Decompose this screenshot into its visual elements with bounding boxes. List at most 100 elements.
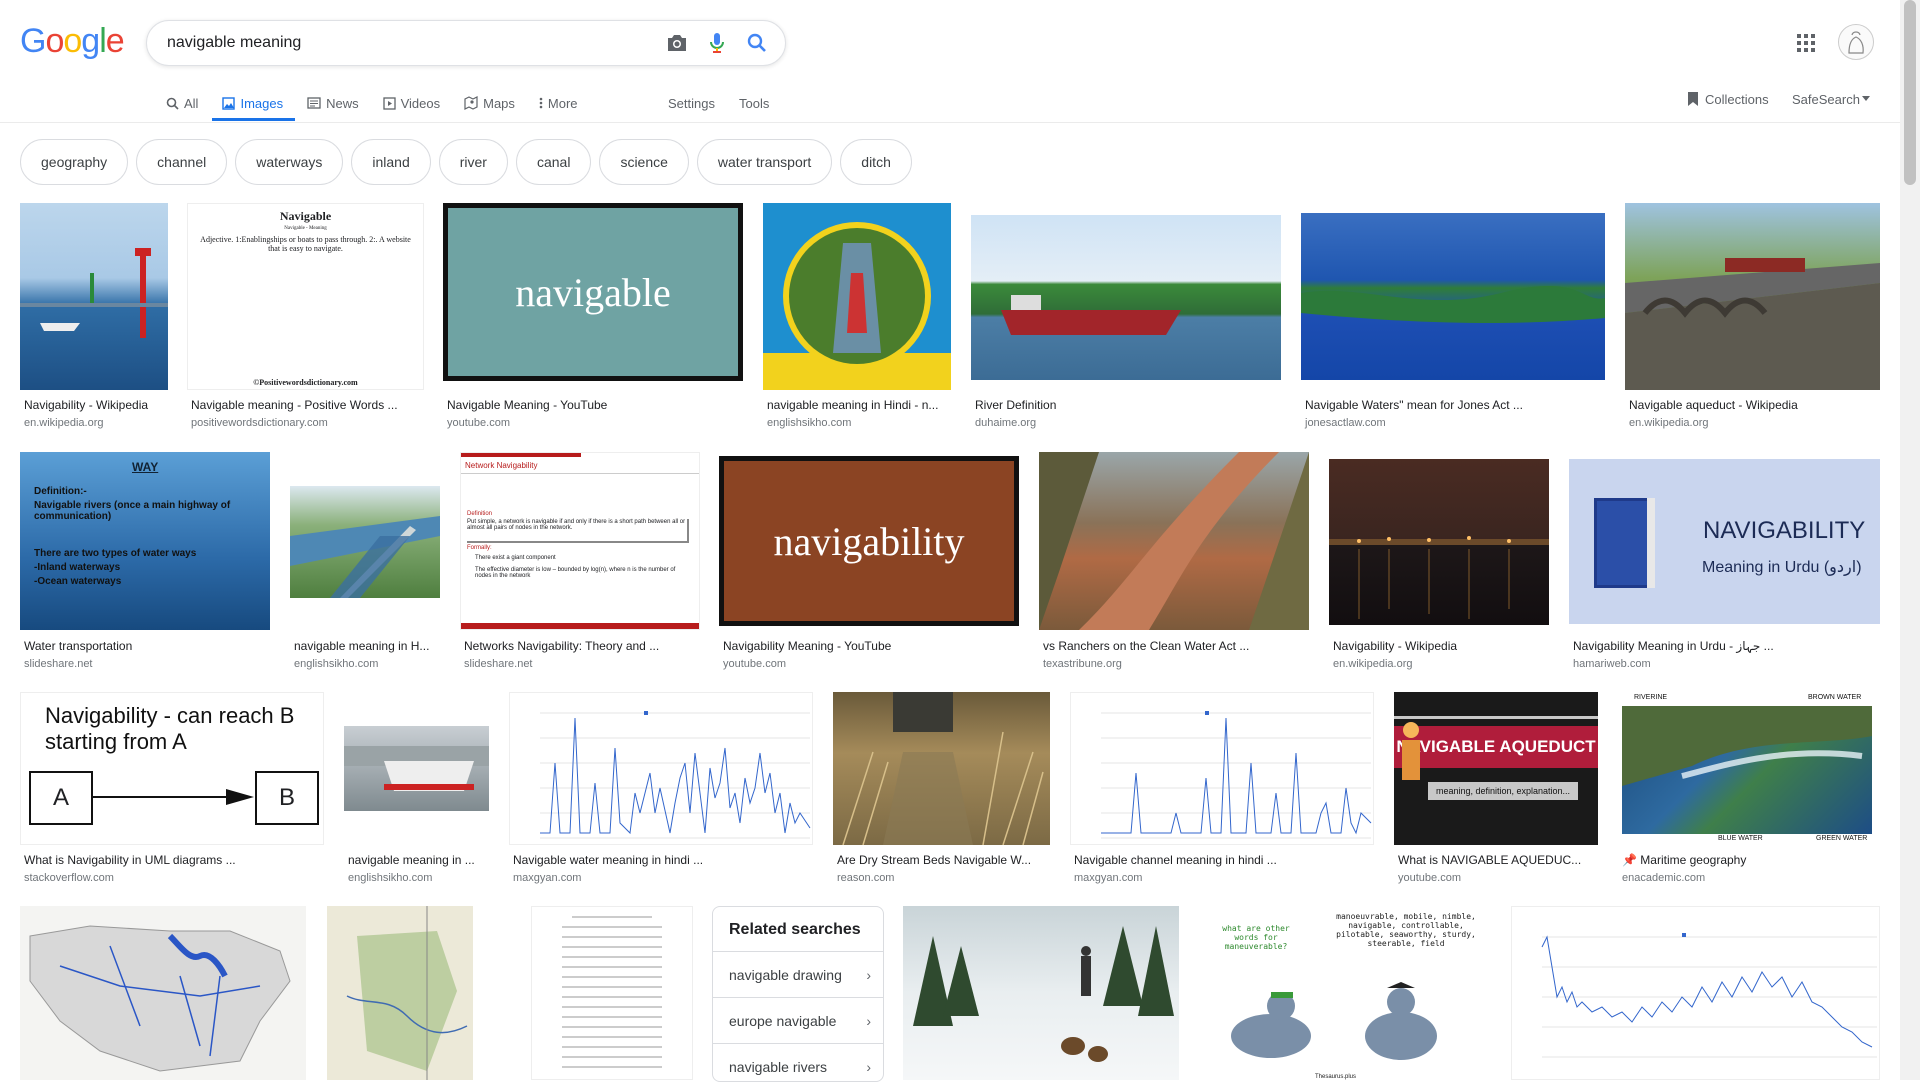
tab-label: Images xyxy=(240,95,284,111)
related-search-item[interactable]: europe navigable › xyxy=(713,997,883,1043)
search-input[interactable] xyxy=(167,32,647,54)
thumb-text: Network Navigability xyxy=(465,461,538,470)
thumb-text: There are two types of water ways xyxy=(34,548,197,559)
thumb-text: navigable xyxy=(515,269,671,315)
result-thumbnail xyxy=(1329,459,1549,625)
result-thumbnail: Network Navigability Definition Put simp… xyxy=(460,452,700,630)
result-source: en.wikipedia.org xyxy=(1629,417,1709,429)
scrollbar-thumb[interactable] xyxy=(1904,0,1916,185)
result-title: Navigable water meaning in hindi ... xyxy=(513,853,704,867)
tab-images[interactable]: Images xyxy=(212,88,295,121)
thumb-text: Formally: xyxy=(467,545,492,551)
result-title: Water transportation xyxy=(24,639,133,653)
result-source: positivewordsdictionary.com xyxy=(191,417,328,429)
related-search-label: navigable drawing xyxy=(729,966,842,983)
tab-label: Videos xyxy=(400,95,441,111)
chip-canal[interactable]: canal xyxy=(515,139,592,185)
search-icon xyxy=(166,97,179,110)
result-title: navigable meaning in ... xyxy=(348,853,475,867)
thumb-text: Navigable rivers (once a main highway of… xyxy=(34,500,231,522)
result-thumbnail: navigability xyxy=(719,456,1019,626)
result-source: englishsikho.com xyxy=(767,417,852,429)
related-searches-title: Related searches xyxy=(729,921,861,938)
thumb-text: A xyxy=(29,771,93,825)
thumb-text: There exist a giant component xyxy=(475,555,556,561)
logo-letter: o xyxy=(63,22,82,60)
chevron-right-icon: › xyxy=(866,1058,871,1075)
result-source: maxgyan.com xyxy=(513,872,582,884)
apps-grid-icon[interactable] xyxy=(1797,34,1815,52)
thumb-text: WAY xyxy=(132,460,159,474)
video-icon xyxy=(382,96,396,110)
result-source: jonesactlaw.com xyxy=(1305,417,1386,429)
chip-geography[interactable]: geography xyxy=(20,139,129,185)
chip-science[interactable]: science xyxy=(599,139,689,185)
tab-news[interactable]: News xyxy=(307,88,359,118)
logo-letter: G xyxy=(20,22,46,60)
tab-videos[interactable]: Videos xyxy=(382,88,441,118)
chip-ditch[interactable]: ditch xyxy=(840,139,912,185)
chip-channel[interactable]: channel xyxy=(136,139,228,185)
result-title-text: Maritime geography xyxy=(1640,853,1747,867)
safesearch-dropdown[interactable]: SafeSearch xyxy=(1792,88,1870,110)
chip-river[interactable]: river xyxy=(438,139,508,185)
related-search-label: europe navigable xyxy=(729,1012,837,1029)
thumb-text: manoeuvrable, mobile, nimble, navigable,… xyxy=(1336,912,1476,948)
avatar[interactable] xyxy=(1838,24,1874,60)
chevron-right-icon: › xyxy=(866,1012,871,1029)
thumb-text: what are other words for maneuverable? xyxy=(1222,924,1290,951)
result-thumbnail xyxy=(833,692,1050,845)
result-thumbnail: WAY Definition:- Navigable rivers (once … xyxy=(20,452,270,630)
search-icon[interactable] xyxy=(745,31,769,55)
related-chips: geography channel waterways inland river… xyxy=(20,139,920,185)
result-thumbnail xyxy=(509,692,813,845)
result-title: Navigability - Wikipedia xyxy=(24,398,149,412)
thumb-text: BROWN WATER xyxy=(1808,694,1862,701)
microphone-icon[interactable] xyxy=(705,31,729,55)
result-source: hamariweb.com xyxy=(1573,658,1651,670)
search-box xyxy=(146,20,786,66)
tab-maps[interactable]: Maps xyxy=(464,88,515,118)
tab-all[interactable]: All xyxy=(166,88,198,118)
camera-icon[interactable] xyxy=(665,31,689,55)
thumb-text: B xyxy=(255,771,319,825)
google-logo[interactable]: Google xyxy=(20,22,125,61)
chip-inland[interactable]: inland xyxy=(351,139,431,185)
result-thumbnail xyxy=(531,906,693,1080)
result-source: youtube.com xyxy=(723,658,786,670)
result-thumbnail: what are other words for maneuverable? m… xyxy=(1201,906,1491,1080)
result-thumbnail xyxy=(1039,452,1309,630)
scrollbar[interactable] xyxy=(1900,0,1920,1080)
related-search-item[interactable]: navigable rivers › xyxy=(713,1043,883,1081)
chip-water-transport[interactable]: water transport xyxy=(696,139,833,185)
logo-letter: o xyxy=(45,22,64,60)
collections-label: Collections xyxy=(1705,91,1769,107)
result-thumbnail: NAVIGABLE AQUEDUCT meaning, definition, … xyxy=(1394,692,1598,845)
tools-link[interactable]: Tools xyxy=(739,88,769,118)
collections-link[interactable]: Collections xyxy=(1687,88,1769,110)
related-search-label: navigable rivers xyxy=(729,1058,828,1075)
tab-label: All xyxy=(184,95,199,111)
thumb-text: Navigable xyxy=(279,209,332,223)
tab-more[interactable]: More xyxy=(539,88,578,118)
tab-label: Maps xyxy=(483,95,515,111)
result-thumbnail xyxy=(290,486,440,598)
result-thumbnail xyxy=(1625,203,1880,390)
thumb-text: Thesaurus.plus xyxy=(1315,1074,1357,1080)
result-title: Navigable meaning - Positive Words ... xyxy=(191,398,398,412)
thumb-text: Put simple, a network is navigable if an… xyxy=(467,519,689,543)
caret-down-icon xyxy=(1861,96,1870,102)
thumb-text: GREEN WATER xyxy=(1816,835,1868,842)
settings-link[interactable]: Settings xyxy=(668,88,715,118)
result-source: reason.com xyxy=(837,872,895,884)
tab-label: More xyxy=(547,95,578,111)
result-source: enacademic.com xyxy=(1622,872,1706,884)
map-icon xyxy=(464,96,478,110)
image-icon xyxy=(222,96,236,110)
news-icon xyxy=(307,97,321,109)
related-search-item[interactable]: navigable drawing › xyxy=(713,951,883,997)
more-vert-icon xyxy=(539,97,543,109)
chip-waterways[interactable]: waterways xyxy=(235,139,344,185)
result-source: slideshare.net xyxy=(24,658,93,670)
logo-letter: e xyxy=(105,22,125,60)
